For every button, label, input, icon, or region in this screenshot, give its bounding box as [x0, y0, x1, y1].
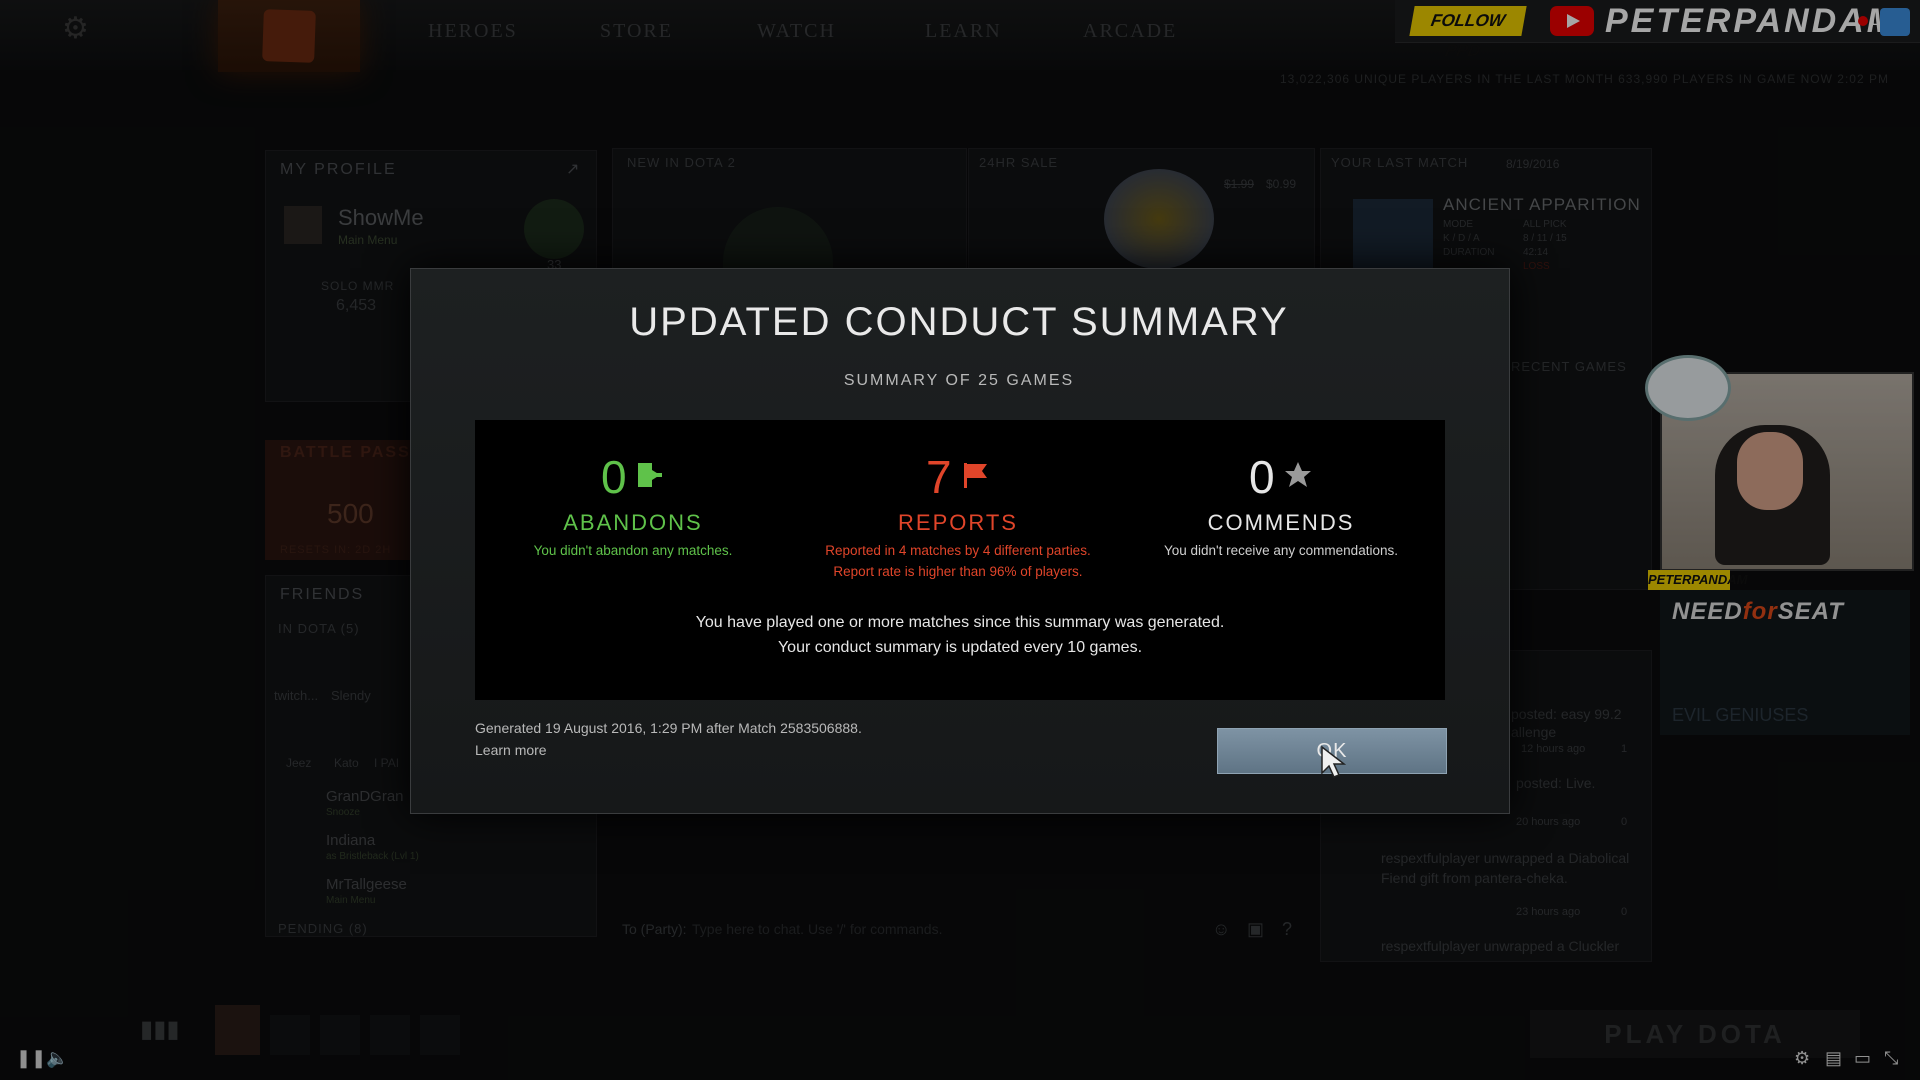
- generated-info: Generated 19 August 2016, 1:29 PM after …: [475, 720, 862, 736]
- abandons-count: 0: [600, 451, 627, 503]
- reports-description: Reported in 4 matches by 4 different par…: [798, 540, 1118, 582]
- abandons-description: You didn't abandon any matches.: [533, 543, 733, 558]
- abandons-label: ABANDONS: [563, 510, 703, 535]
- update-notice: You have played one or more matches sinc…: [475, 610, 1445, 660]
- commends-description: You didn't receive any commendations.: [1164, 543, 1398, 558]
- reports-label: REPORTS: [898, 510, 1018, 535]
- reports-count: 7: [925, 451, 952, 503]
- commends-stat: 0 COMMENDS You didn't receive any commen…: [1121, 450, 1441, 558]
- commends-label: COMMENDS: [1207, 510, 1355, 535]
- dialog-title: UPDATED CONDUCT SUMMARY: [629, 300, 1289, 344]
- notice-line2: Your conduct summary is updated every 10…: [777, 639, 1143, 656]
- learn-more-link[interactable]: Learn more: [475, 742, 547, 758]
- commends-count: 0: [1248, 451, 1275, 503]
- door-exit-icon: [635, 460, 665, 495]
- mouse-cursor-icon: [1320, 745, 1347, 784]
- notice-line1: You have played one or more matches sinc…: [695, 614, 1225, 631]
- flag-icon: [960, 460, 990, 495]
- abandons-stat: 0 ABANDONS You didn't abandon any matche…: [473, 450, 793, 558]
- reports-stat: 7 REPORTS Reported in 4 matches by 4 dif…: [798, 450, 1118, 579]
- reports-description-line1: Reported in 4 matches by 4 different par…: [825, 543, 1091, 558]
- star-icon: [1283, 460, 1313, 495]
- reports-description-line2: Report rate is higher than 96% of player…: [833, 564, 1083, 579]
- dialog-subtitle: SUMMARY OF 25 GAMES: [843, 372, 1075, 389]
